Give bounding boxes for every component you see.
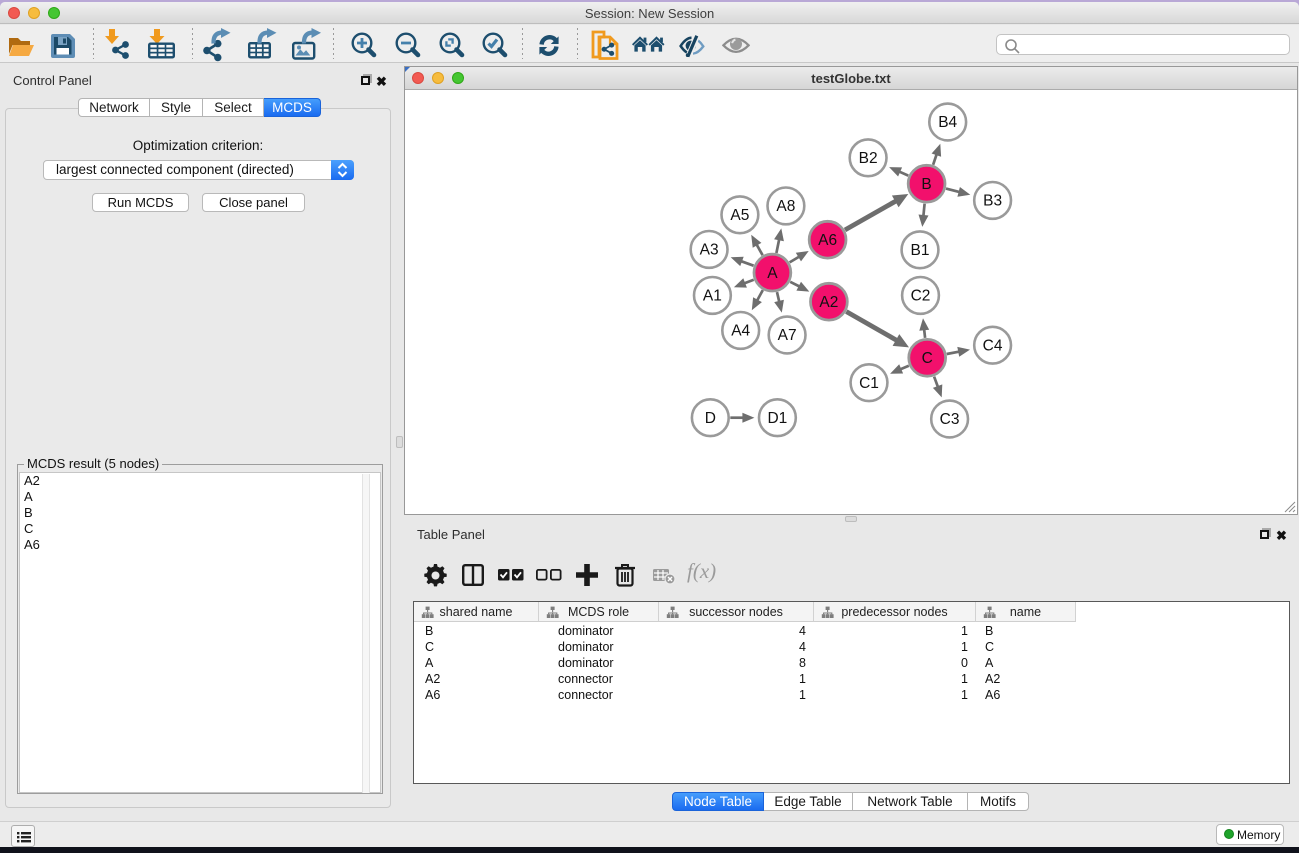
- svg-text:D: D: [705, 410, 716, 427]
- svg-text:C3: C3: [940, 411, 960, 428]
- svg-text:A2: A2: [819, 294, 838, 311]
- svg-text:A4: A4: [731, 323, 750, 340]
- svg-text:A: A: [767, 265, 778, 282]
- svg-text:A7: A7: [778, 327, 797, 344]
- svg-text:B2: B2: [859, 150, 878, 167]
- svg-text:A1: A1: [703, 288, 722, 305]
- svg-text:A6: A6: [818, 232, 837, 249]
- svg-text:C: C: [922, 350, 933, 367]
- svg-text:D1: D1: [767, 410, 787, 427]
- svg-text:A3: A3: [700, 242, 719, 259]
- svg-text:C4: C4: [983, 337, 1003, 354]
- svg-text:B: B: [921, 176, 931, 193]
- svg-text:A8: A8: [776, 198, 795, 215]
- svg-text:A5: A5: [730, 207, 749, 224]
- svg-text:B3: B3: [983, 193, 1002, 210]
- svg-text:B4: B4: [938, 114, 957, 131]
- svg-text:f(x): f(x): [687, 562, 716, 583]
- svg-text:C2: C2: [911, 288, 931, 305]
- svg-text:B1: B1: [911, 242, 930, 259]
- svg-text:C1: C1: [859, 375, 879, 392]
